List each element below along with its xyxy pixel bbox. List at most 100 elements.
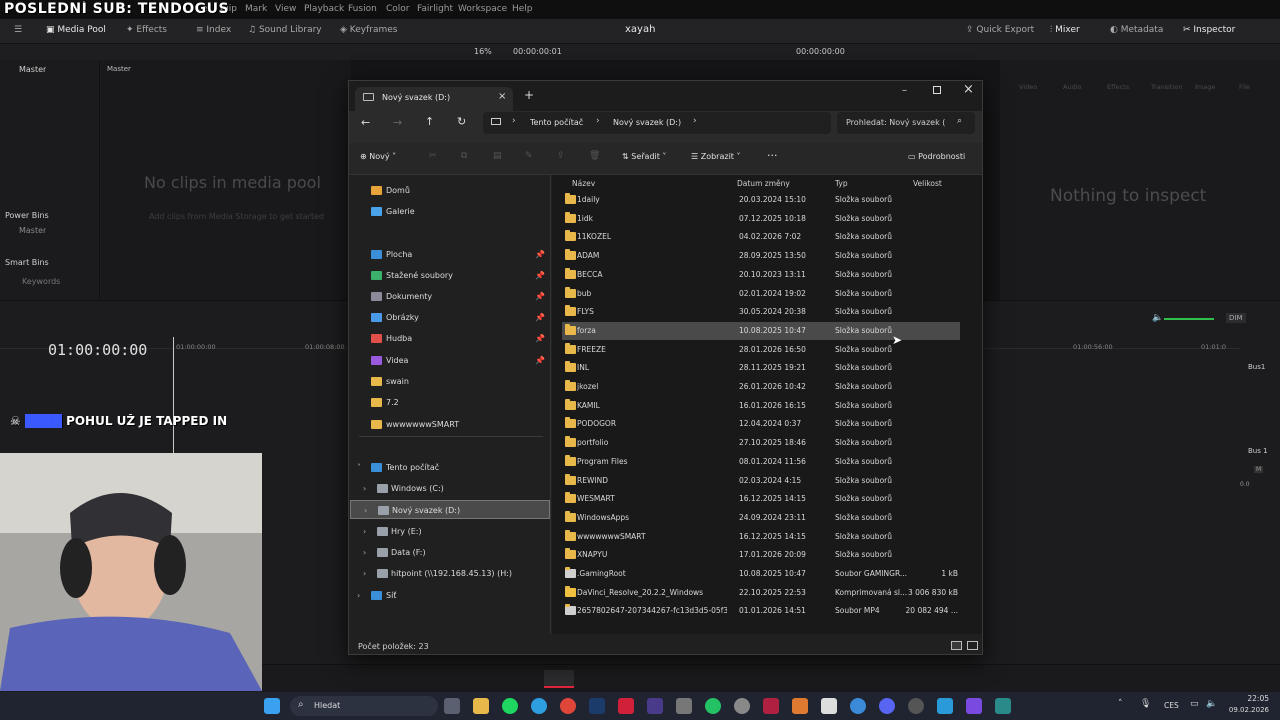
menu-item-3[interactable]: View bbox=[275, 4, 296, 14]
close-window-icon[interactable]: × bbox=[963, 82, 974, 97]
xmind-icon[interactable] bbox=[618, 698, 634, 714]
file-row[interactable]: REWIND 02.03.2024 4:15 Složka souborů bbox=[562, 472, 960, 490]
task-view-icon[interactable] bbox=[444, 698, 460, 714]
nav-item-9[interactable]: 7.2 bbox=[357, 393, 551, 412]
chevron-right-icon[interactable]: › bbox=[363, 479, 366, 498]
refresh-icon[interactable]: ↻ bbox=[457, 115, 466, 128]
taskbar-search[interactable]: ⌕ Hledat bbox=[290, 696, 438, 716]
language-indicator[interactable]: CES bbox=[1164, 701, 1179, 710]
chevron-up-icon[interactable]: ˄ bbox=[1118, 699, 1123, 709]
chevron-right-icon[interactable]: › bbox=[357, 586, 360, 605]
mute-button[interactable]: M bbox=[1254, 466, 1264, 473]
file-row[interactable]: bub 02.01.2024 19:02 Složka souborů bbox=[562, 285, 960, 303]
details-view-icon[interactable] bbox=[951, 641, 962, 650]
file-row[interactable]: Program Files 08.01.2024 11:56 Složka soub… bbox=[562, 453, 960, 471]
nav-item-6[interactable]: Hudba 📌 bbox=[357, 329, 551, 348]
file-row[interactable]: 11KOZEL 04.02.2026 7:02 Složka souborů bbox=[562, 228, 960, 246]
menu-item-9[interactable]: Help bbox=[512, 4, 533, 14]
copy-icon[interactable]: ⧉ bbox=[461, 151, 467, 161]
file-row[interactable]: KAMIL 16.01.2026 16:15 Složka souborů bbox=[562, 397, 960, 415]
pin-icon[interactable]: 📌 bbox=[535, 308, 545, 327]
app-icon[interactable] bbox=[937, 698, 953, 714]
column-name[interactable]: Název bbox=[572, 179, 595, 188]
volume-slider[interactable] bbox=[1164, 318, 1214, 320]
column-size[interactable]: Velikost bbox=[913, 179, 942, 188]
new-tab-icon[interactable]: + bbox=[524, 88, 534, 102]
media-pool-button[interactable]: ▣ Media Pool bbox=[46, 25, 106, 35]
file-row[interactable]: XNAPYU 17.01.2026 20:09 Složka souborů bbox=[562, 546, 960, 564]
panel-toggle-icon[interactable]: ☰ bbox=[14, 25, 22, 35]
inspector-tab-4[interactable]: Image bbox=[1195, 83, 1215, 91]
file-row[interactable]: DaVinci_Resolve_20.2.2_Windows 22.10.2025… bbox=[562, 584, 960, 602]
file-row[interactable]: ADAM 28.09.2025 13:50 Složka souborů bbox=[562, 247, 960, 265]
back-icon[interactable]: ← bbox=[361, 116, 370, 129]
column-date[interactable]: Datum změny bbox=[737, 179, 790, 188]
inspector-tab-2[interactable]: Effects bbox=[1107, 83, 1129, 91]
keyframes-button[interactable]: ◈ Keyframes bbox=[340, 25, 398, 35]
paste-icon[interactable]: ▤ bbox=[493, 151, 502, 161]
keywords-bin[interactable]: Keywords bbox=[22, 277, 60, 286]
steam-icon[interactable] bbox=[589, 698, 605, 714]
tree-item-2[interactable]: › Nový svazek (D:) bbox=[350, 500, 550, 519]
file-row[interactable]: PODOGOR 12.04.2024 0:37 Složka souborů bbox=[562, 415, 960, 433]
more-options-icon[interactable]: ··· bbox=[767, 149, 778, 162]
index-button[interactable]: ≡ Index bbox=[196, 25, 231, 35]
nav-item-8[interactable]: swain bbox=[357, 372, 551, 391]
file-row[interactable]: .GamingRoot 10.08.2025 10:47 Soubor GAMING… bbox=[562, 565, 960, 583]
nav-item-2[interactable]: Plocha 📌 bbox=[357, 245, 551, 264]
pin-icon[interactable]: 📌 bbox=[535, 266, 545, 285]
nav-item-5[interactable]: Obrázky 📌 bbox=[357, 308, 551, 327]
discord-icon[interactable] bbox=[879, 698, 895, 714]
edit-page-tab[interactable] bbox=[544, 670, 574, 688]
menu-item-8[interactable]: Workspace bbox=[458, 4, 507, 14]
view-button[interactable]: ☰ Zobrazit ˅ bbox=[691, 152, 740, 161]
search-icon[interactable]: ⌕ bbox=[957, 116, 962, 126]
spotify-icon[interactable] bbox=[502, 698, 518, 714]
metadata-button[interactable]: ◐ Metadata bbox=[1110, 25, 1163, 35]
power-bins-master[interactable]: Master bbox=[19, 226, 46, 235]
menu-item-7[interactable]: Fairlight bbox=[417, 4, 453, 14]
forward-icon[interactable]: → bbox=[393, 116, 402, 129]
app-icon[interactable] bbox=[850, 698, 866, 714]
file-row[interactable]: wwwwwwwSMART 16.12.2025 14:15 Složka soubo… bbox=[562, 528, 960, 546]
breadcrumb-drive[interactable]: Nový svazek (D:) bbox=[613, 118, 681, 127]
network-icon[interactable]: ▭ bbox=[1190, 699, 1199, 709]
file-row[interactable]: BECCA 20.10.2023 13:11 Složka souborů bbox=[562, 266, 960, 284]
nav-item-1[interactable]: Galerie bbox=[357, 202, 551, 221]
menu-item-5[interactable]: Fusion bbox=[348, 4, 377, 14]
davinci-icon[interactable] bbox=[763, 698, 779, 714]
app-icon[interactable] bbox=[647, 698, 663, 714]
app-icon[interactable] bbox=[821, 698, 837, 714]
menu-item-6[interactable]: Color bbox=[386, 4, 410, 14]
tree-item-4[interactable]: › Data (F:) bbox=[350, 543, 550, 562]
nav-item-10[interactable]: wwwwwwwSMART bbox=[357, 415, 551, 434]
nav-item-4[interactable]: Dokumenty 📌 bbox=[357, 287, 551, 306]
dim-button[interactable]: DIM bbox=[1226, 313, 1246, 323]
app-icon[interactable] bbox=[676, 698, 692, 714]
obs-icon[interactable] bbox=[908, 698, 924, 714]
app-icon[interactable] bbox=[792, 698, 808, 714]
cut-icon[interactable]: ✂ bbox=[429, 151, 437, 161]
volume-icon[interactable]: 🔈 bbox=[1206, 699, 1217, 709]
app-icon[interactable] bbox=[995, 698, 1011, 714]
file-row[interactable]: WindowsApps 24.09.2024 23:11 Složka soubor… bbox=[562, 509, 960, 527]
close-tab-icon[interactable]: × bbox=[498, 91, 506, 102]
sound-library-button[interactable]: ♫ Sound Library bbox=[248, 25, 322, 35]
file-row[interactable]: jkozel 26.01.2026 10:42 Složka souborů bbox=[562, 378, 960, 396]
sort-button[interactable]: ⇅ Seřadit ˅ bbox=[622, 152, 666, 161]
mixer-button[interactable]: ⫶ Mixer bbox=[1050, 25, 1080, 35]
file-row[interactable]: portfolio 27.10.2025 18:46 Složka souborů bbox=[562, 434, 960, 452]
file-row[interactable]: INL 28.11.2025 19:21 Složka souborů bbox=[562, 359, 960, 377]
nav-item-7[interactable]: Videa 📌 bbox=[357, 351, 551, 370]
pin-icon[interactable]: 📌 bbox=[535, 245, 545, 264]
clock-time[interactable]: 22:05 bbox=[1233, 694, 1269, 703]
quick-export-button[interactable]: ⇪ Quick Export bbox=[966, 25, 1034, 35]
edge-icon[interactable] bbox=[531, 698, 547, 714]
file-row[interactable]: 1daily 20.03.2024 15:10 Složka souborů bbox=[562, 191, 960, 209]
start-icon[interactable] bbox=[264, 698, 280, 714]
chrome-icon[interactable] bbox=[560, 698, 576, 714]
tree-item-3[interactable]: › Hry (E:) bbox=[350, 522, 550, 541]
app-icon[interactable] bbox=[734, 698, 750, 714]
volume-icon[interactable]: 🔈 bbox=[1152, 313, 1163, 323]
inspector-tab-1[interactable]: Audio bbox=[1063, 83, 1081, 91]
